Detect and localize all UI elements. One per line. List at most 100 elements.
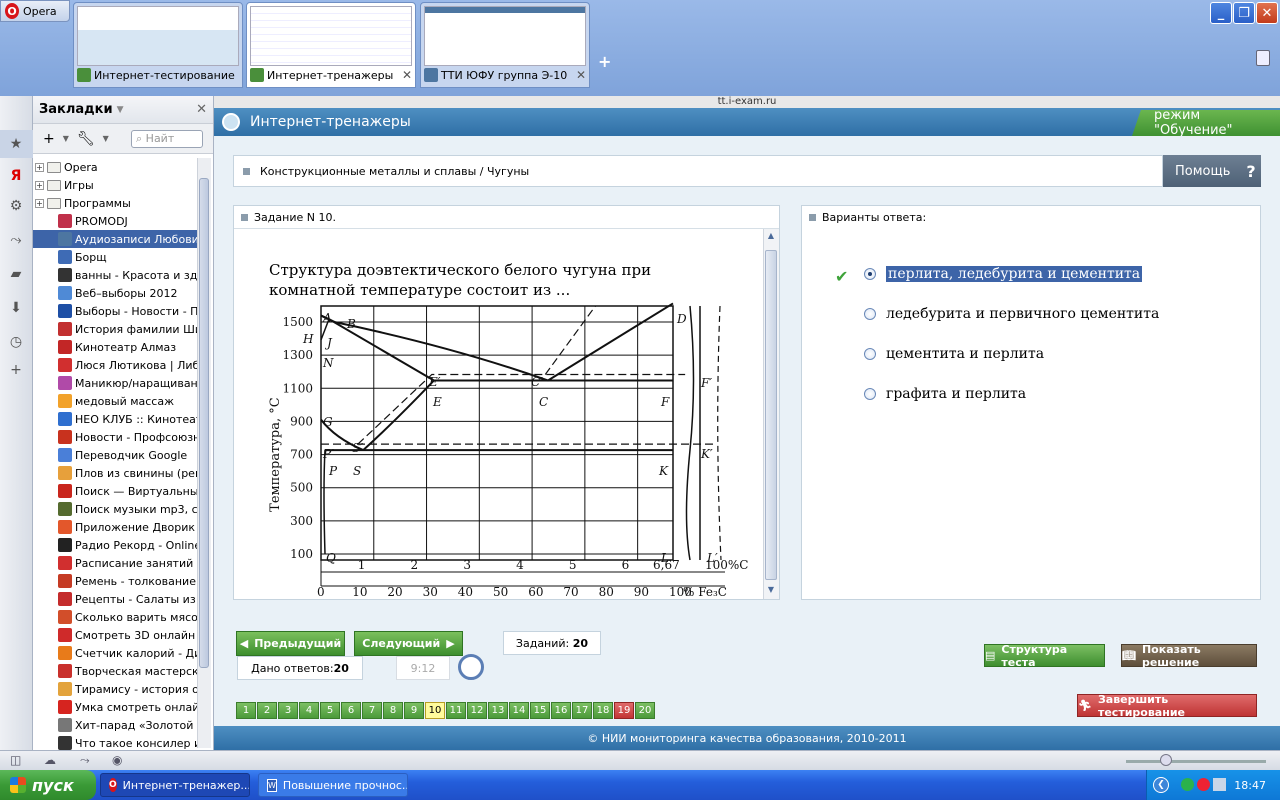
question-number-button[interactable]: 7 bbox=[362, 702, 382, 719]
close-window-button[interactable]: ✕ bbox=[1256, 2, 1278, 24]
answer-option[interactable]: графита и перлита bbox=[864, 386, 1026, 402]
trash-icon[interactable] bbox=[1256, 50, 1270, 66]
question-number-button[interactable]: 10 bbox=[425, 702, 445, 719]
show-solution-button[interactable]: 📖︎ Показать решение bbox=[1121, 643, 1257, 669]
tab-close-icon[interactable]: ✕ bbox=[238, 68, 239, 82]
bookmarks-scroll-thumb[interactable] bbox=[199, 178, 209, 668]
taskbar-item-word[interactable]: W Повышение прочнос... bbox=[258, 773, 408, 797]
speed-dial-icon[interactable]: ◉ bbox=[112, 753, 122, 767]
question-number-button[interactable]: 2 bbox=[257, 702, 277, 719]
question-number-button[interactable]: 18 bbox=[593, 702, 613, 719]
bookmark-item[interactable]: Радио Рекорд - Online ... bbox=[33, 536, 198, 554]
scroll-up-icon[interactable]: ▲ bbox=[765, 231, 777, 243]
bookmark-item[interactable]: Счетчик калорий - Ди... bbox=[33, 644, 198, 662]
bookmark-item[interactable]: медовый массаж bbox=[33, 392, 198, 410]
tab-close-icon[interactable]: ✕ bbox=[576, 68, 586, 82]
prev-button[interactable]: ◀ Предыдущий bbox=[236, 631, 345, 656]
radio-button[interactable] bbox=[864, 388, 876, 400]
start-button[interactable]: пуск bbox=[0, 770, 96, 800]
expand-icon[interactable]: + bbox=[35, 162, 44, 172]
close-icon[interactable]: ✕ bbox=[196, 102, 207, 117]
question-number-button[interactable]: 4 bbox=[299, 702, 319, 719]
maximize-button[interactable]: ❐ bbox=[1233, 2, 1255, 24]
gear-icon[interactable]: ⚙ bbox=[8, 198, 24, 214]
test-structure-button[interactable]: ▤ Структура теста bbox=[984, 643, 1105, 669]
bookmark-item[interactable]: Хит-парад «Золотой Г... bbox=[33, 716, 198, 734]
task-scroll-thumb[interactable] bbox=[765, 250, 777, 580]
question-number-button[interactable]: 1 bbox=[236, 702, 256, 719]
yandex-icon[interactable]: Я bbox=[8, 168, 24, 184]
answer-option[interactable]: цементита и перлита bbox=[864, 346, 1044, 362]
share-icon[interactable]: ⤳ bbox=[8, 232, 24, 248]
help-button[interactable]: Помощь ? bbox=[1163, 155, 1261, 187]
bookmark-item[interactable]: Маникюр/наращивани... bbox=[33, 374, 198, 392]
tab-close-icon[interactable]: ✕ bbox=[402, 68, 412, 82]
minimize-button[interactable]: _ bbox=[1210, 2, 1232, 24]
bookmark-item[interactable]: Рецепты - Салаты из ... bbox=[33, 590, 198, 608]
bookmark-item[interactable]: Выборы - Новости - Пе... bbox=[33, 302, 198, 320]
bookmark-item[interactable]: PROMODJ bbox=[33, 212, 198, 230]
bookmark-item[interactable]: Аудиозаписи Любови ... bbox=[33, 230, 198, 248]
bookmark-item[interactable]: Тирамису - история од... bbox=[33, 680, 198, 698]
new-tab-button[interactable]: + bbox=[598, 52, 611, 71]
question-number-button[interactable]: 20 bbox=[635, 702, 655, 719]
bookmark-folder[interactable]: + Игры bbox=[33, 176, 198, 194]
scroll-down-icon[interactable]: ▼ bbox=[765, 585, 777, 597]
zoom-slider[interactable] bbox=[1126, 760, 1266, 763]
bookmarks-search-input[interactable]: ⌕ Найт bbox=[131, 129, 203, 148]
bookmark-item[interactable]: Новости - Профсоюзн... bbox=[33, 428, 198, 446]
wrench-icon[interactable]: 🔧︎ bbox=[77, 131, 95, 147]
downloads-icon[interactable]: ⬇ bbox=[8, 300, 24, 316]
bookmark-item[interactable]: Приложение Дворик п... bbox=[33, 518, 198, 536]
question-number-button[interactable]: 3 bbox=[278, 702, 298, 719]
next-button[interactable]: Следующий ▶ bbox=[354, 631, 463, 656]
bookmark-item[interactable]: Творческая мастерска... bbox=[33, 662, 198, 680]
bookmark-item[interactable]: Поиск — Виртуальный... bbox=[33, 482, 198, 500]
tab-vk-group[interactable]: ТТИ ЮФУ группа Э-10 ✕ bbox=[420, 2, 590, 88]
radio-button[interactable] bbox=[864, 348, 876, 360]
tab-internet-testing[interactable]: Интернет-тестирование✕ bbox=[73, 2, 243, 88]
add-bookmark-icon[interactable]: + bbox=[43, 131, 55, 147]
expand-icon[interactable]: + bbox=[35, 198, 44, 208]
question-number-button[interactable]: 16 bbox=[551, 702, 571, 719]
cloud-icon[interactable]: ☁ bbox=[44, 753, 56, 767]
expand-icon[interactable]: + bbox=[35, 180, 44, 190]
question-number-button[interactable]: 14 bbox=[509, 702, 529, 719]
question-number-button[interactable]: 13 bbox=[488, 702, 508, 719]
finish-test-button[interactable]: 🏃︎ Завершить тестирование bbox=[1077, 693, 1257, 719]
question-number-button[interactable]: 6 bbox=[341, 702, 361, 719]
question-number-button[interactable]: 9 bbox=[404, 702, 424, 719]
bookmark-item[interactable]: Расписание занятий bbox=[33, 554, 198, 572]
bookmark-item[interactable]: Смотреть 3D онлайн ф... bbox=[33, 626, 198, 644]
bookmark-item[interactable]: Поиск музыки mp3, ск... bbox=[33, 500, 198, 518]
question-number-button[interactable]: 8 bbox=[383, 702, 403, 719]
question-number-button[interactable]: 11 bbox=[446, 702, 466, 719]
add-panel-icon[interactable]: + bbox=[8, 362, 24, 378]
bookmark-item[interactable]: Кинотеатр Алмаз bbox=[33, 338, 198, 356]
answer-option[interactable]: перлита, ледебурита и цементита bbox=[864, 266, 1143, 282]
address-bar[interactable]: tt.i-exam.ru bbox=[214, 96, 1280, 108]
opera-menu-button[interactable]: O Opera bbox=[0, 0, 70, 22]
history-icon[interactable]: ◷ bbox=[8, 334, 24, 350]
chevron-down-icon[interactable]: ▼ bbox=[103, 134, 109, 143]
zoom-slider-handle[interactable] bbox=[1160, 754, 1172, 766]
taskbar-item-opera[interactable]: O Интернет-тренажер... bbox=[100, 773, 250, 797]
radio-button[interactable] bbox=[864, 268, 876, 280]
bookmark-item[interactable]: История фамилии Шил... bbox=[33, 320, 198, 338]
star-icon[interactable]: ★ bbox=[8, 136, 24, 152]
question-number-button[interactable]: 12 bbox=[467, 702, 487, 719]
bookmark-item[interactable]: ванны - Красота и здо... bbox=[33, 266, 198, 284]
question-number-button[interactable]: 17 bbox=[572, 702, 592, 719]
question-number-button[interactable]: 19 bbox=[614, 702, 634, 719]
answer-option[interactable]: ледебурита и первичного цементита bbox=[864, 306, 1159, 322]
bookmark-item[interactable]: Плов из свинины (рец... bbox=[33, 464, 198, 482]
radio-button[interactable] bbox=[864, 308, 876, 320]
tray-app-icon[interactable] bbox=[1181, 778, 1194, 791]
question-number-button[interactable]: 5 bbox=[320, 702, 340, 719]
bookmark-item[interactable]: Сколько варить мясо ... bbox=[33, 608, 198, 626]
bookmark-item[interactable]: Борщ bbox=[33, 248, 198, 266]
bookmark-item[interactable]: Ремень - толкование с... bbox=[33, 572, 198, 590]
panel-toggle-icon[interactable]: ◫ bbox=[10, 753, 21, 767]
bookmark-folder[interactable]: + Opera bbox=[33, 158, 198, 176]
notes-icon[interactable]: ▰ bbox=[8, 266, 24, 282]
